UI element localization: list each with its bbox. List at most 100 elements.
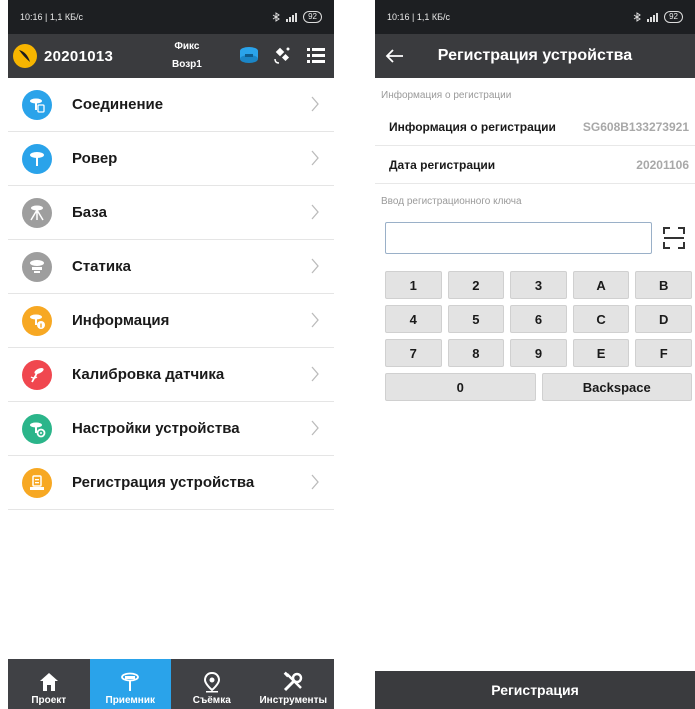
- key-input-row: [375, 222, 695, 258]
- menu-label: База: [72, 204, 107, 221]
- home-icon: [39, 673, 58, 691]
- static-receiver-icon: [22, 251, 52, 282]
- device-registration-screen: 10:16 | 1,1 КБ/с 92 Регистрация устройст…: [375, 0, 695, 709]
- page-title: Регистрация устройства: [437, 47, 633, 64]
- section-label-key-entry: Ввод регистрационного ключа: [381, 196, 522, 207]
- screenshot-stage: 10:16 | 1,1 КБ/с 92 20201013 Фикс Возр1: [0, 0, 695, 709]
- battery-level: 92: [664, 11, 683, 23]
- nav-tab-project[interactable]: Проект: [8, 659, 90, 709]
- nav-label: Приемник: [105, 695, 155, 706]
- menu-item-static[interactable]: Статика: [8, 240, 334, 294]
- register-button[interactable]: Регистрация: [375, 671, 695, 709]
- status-time: 10:16 | 1,1 КБ/с: [387, 12, 451, 22]
- location-pin-icon: [203, 671, 220, 693]
- info-receiver-icon: [22, 305, 52, 336]
- fix-label: Фикс: [174, 41, 200, 52]
- chevron-right-icon: [311, 204, 319, 220]
- key-2[interactable]: 2: [447, 271, 505, 299]
- nav-label: Съёмка: [192, 695, 231, 706]
- registration-key-input[interactable]: [385, 222, 652, 254]
- key-4[interactable]: 4: [385, 305, 442, 333]
- menu-label: Калибровка датчика: [72, 366, 225, 383]
- status-bar: 10:16 | 1,1 КБ/с 92: [8, 0, 334, 34]
- fix-status[interactable]: Фикс Возр1: [172, 39, 202, 73]
- project-name[interactable]: 20201013: [44, 48, 113, 65]
- key-a[interactable]: A: [572, 271, 630, 299]
- menu-item-base[interactable]: База: [8, 186, 334, 240]
- keypad-row: 7 8 9 E F: [385, 339, 692, 367]
- menu-item-info[interactable]: Информация: [8, 294, 334, 348]
- chevron-right-icon: [311, 96, 319, 112]
- rover-antenna-icon: [22, 143, 52, 174]
- registration-date-row: Дата регистрации 20201106: [375, 146, 695, 184]
- nav-label: Инструменты: [259, 695, 328, 706]
- key-b[interactable]: B: [635, 271, 692, 299]
- app-logo-icon[interactable]: [12, 43, 38, 69]
- chevron-right-icon: [311, 420, 319, 436]
- hex-keypad: 1 2 3 A B 4 5 6 C D 7 8 9 E F 0 Backspac…: [385, 271, 692, 407]
- status-icons: 92: [272, 11, 322, 23]
- receiver-menu-screen: 10:16 | 1,1 КБ/с 92 20201013 Фикс Возр1: [8, 0, 334, 709]
- menu-item-connection[interactable]: Соединение: [8, 78, 334, 132]
- chevron-right-icon: [311, 474, 319, 490]
- status-time: 10:16 | 1,1 КБ/с: [20, 12, 84, 22]
- nav-tab-survey[interactable]: Съёмка: [171, 659, 253, 709]
- key-6[interactable]: 6: [510, 305, 567, 333]
- bluetooth-icon: [633, 12, 641, 22]
- menu-item-rover[interactable]: Ровер: [8, 132, 334, 186]
- chevron-right-icon: [311, 366, 319, 382]
- menu-label: Соединение: [72, 96, 164, 113]
- registration-info-row: Информация о регистрации SG608B133273921: [375, 108, 695, 146]
- key-f[interactable]: F: [635, 339, 692, 367]
- menu-item-sensor-calibration[interactable]: Калибровка датчика: [8, 348, 334, 402]
- nav-tab-tools[interactable]: Инструменты: [253, 659, 335, 709]
- menu-label: Регистрация устройства: [72, 474, 255, 491]
- info-key: Дата регистрации: [389, 157, 496, 172]
- device-registration-icon: [22, 467, 52, 498]
- device-settings-icon: [22, 413, 52, 444]
- topbar-icons: [238, 44, 326, 66]
- chevron-right-icon: [311, 150, 319, 166]
- receiver-menu-list: Соединение Ровер База Статика Информация…: [8, 78, 334, 510]
- key-8[interactable]: 8: [447, 339, 505, 367]
- menu-item-device-registration[interactable]: Регистрация устройства: [8, 456, 334, 510]
- base-tripod-icon: [22, 197, 52, 228]
- scan-qr-icon[interactable]: [662, 226, 686, 250]
- backspace-key[interactable]: Backspace: [541, 373, 692, 401]
- list-menu-icon[interactable]: [306, 45, 326, 65]
- key-d[interactable]: D: [635, 305, 692, 333]
- tools-icon: [283, 671, 303, 692]
- key-1[interactable]: 1: [385, 271, 442, 299]
- battery-level: 92: [303, 11, 322, 23]
- menu-item-device-settings[interactable]: Настройки устройства: [8, 402, 334, 456]
- key-9[interactable]: 9: [510, 339, 567, 367]
- satellite-icon[interactable]: [272, 44, 294, 66]
- bluetooth-icon: [272, 12, 280, 22]
- info-key: Информация о регистрации: [389, 119, 556, 134]
- bottom-navigation: Проект Приемник Съёмка Инструменты: [8, 659, 334, 709]
- keypad-row: 1 2 3 A B: [385, 271, 692, 299]
- title-bar: Регистрация устройства: [375, 34, 695, 78]
- receiver-top-bar: 20201013 Фикс Возр1: [8, 34, 334, 78]
- menu-label: Настройки устройства: [72, 420, 240, 437]
- receiver-status-icon[interactable]: [238, 44, 260, 66]
- menu-label: Статика: [72, 258, 131, 275]
- key-0[interactable]: 0: [385, 373, 536, 401]
- receiver-link-icon: [22, 89, 52, 120]
- sensor-calibration-icon: [22, 359, 52, 390]
- back-arrow-icon[interactable]: [385, 48, 405, 64]
- key-7[interactable]: 7: [385, 339, 442, 367]
- key-3[interactable]: 3: [510, 271, 567, 299]
- menu-label: Ровер: [72, 150, 118, 167]
- key-e[interactable]: E: [572, 339, 630, 367]
- menu-label: Информация: [72, 312, 170, 329]
- keypad-row: 4 5 6 C D: [385, 305, 692, 333]
- key-5[interactable]: 5: [447, 305, 505, 333]
- status-bar: 10:16 | 1,1 КБ/с 92: [375, 0, 695, 34]
- signal-icon: [286, 13, 298, 22]
- info-value: SG608B133273921: [582, 119, 689, 134]
- status-icons: 92: [633, 11, 683, 23]
- key-c[interactable]: C: [572, 305, 630, 333]
- chevron-right-icon: [311, 312, 319, 328]
- nav-tab-receiver[interactable]: Приемник: [89, 659, 171, 709]
